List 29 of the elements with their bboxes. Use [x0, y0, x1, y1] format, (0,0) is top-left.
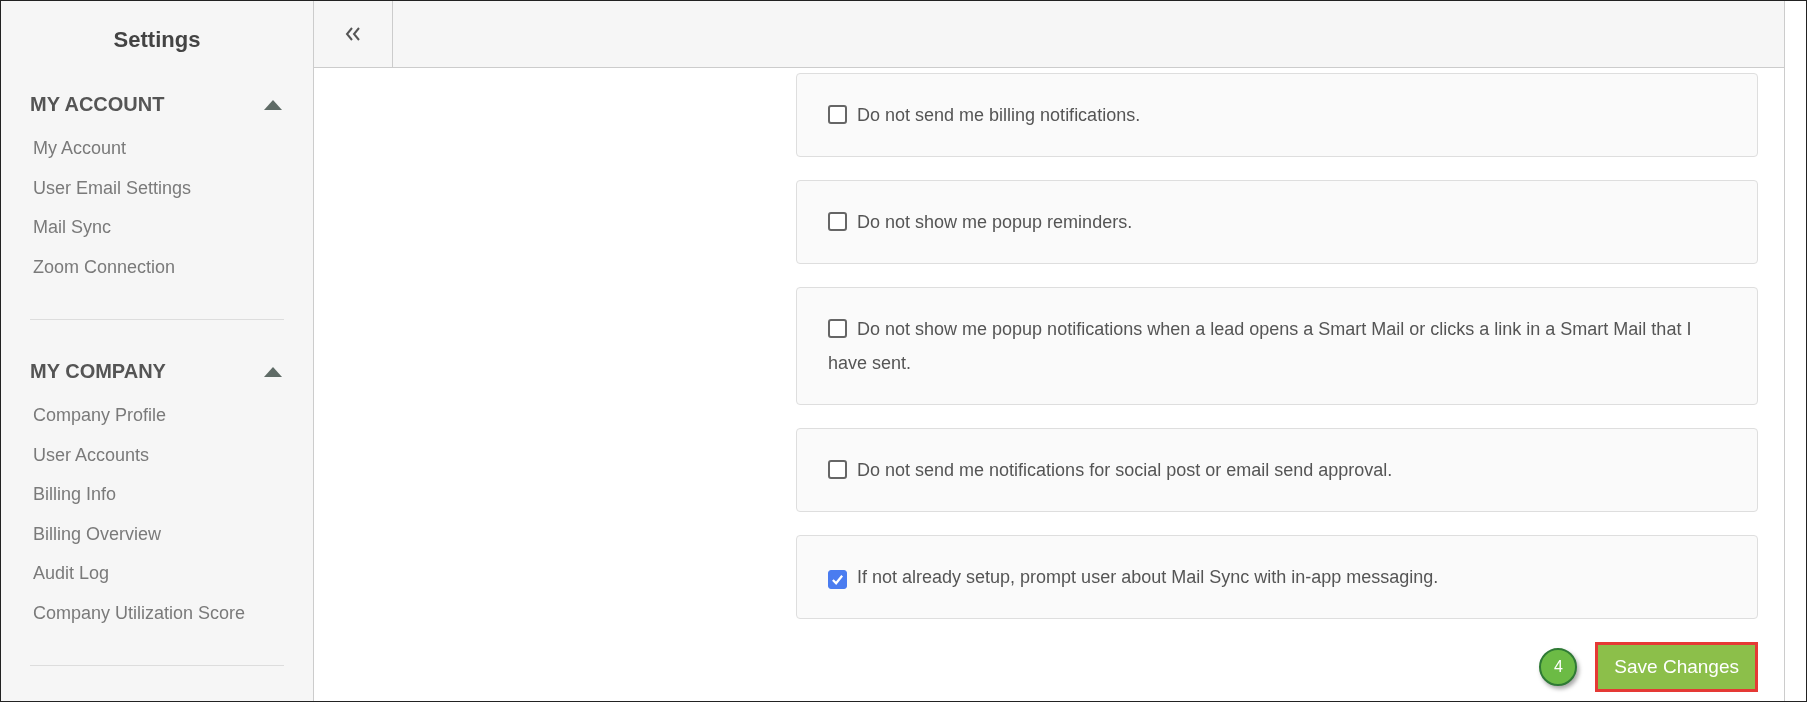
sidebar-link[interactable]: Zoom Connection	[30, 247, 176, 287]
sidebar-title: Settings	[112, 26, 202, 54]
double-chevron-left-icon	[345, 27, 361, 41]
option-label[interactable]: Do not send me notifications for social post or email send approval.	[828, 453, 1697, 487]
caret-icon[interactable]	[264, 98, 282, 110]
sidebar-link[interactable]: My Account	[30, 129, 127, 169]
section-heading[interactable]: MY ACCOUNT	[30, 89, 165, 119]
checkbox[interactable]	[828, 460, 847, 479]
option-label[interactable]: Do not send me billing notifications.	[828, 98, 1697, 132]
checkmark-icon	[831, 573, 844, 586]
caret-icon[interactable]	[264, 365, 282, 377]
section-heading[interactable]: MY COMPANY	[30, 356, 166, 386]
option-label[interactable]: Do not show me popup reminders.	[828, 205, 1697, 239]
sidebar-link[interactable]: Company Utilization Score	[30, 593, 246, 633]
checkbox[interactable]	[828, 212, 847, 231]
sidebar-link[interactable]: Billing Info	[30, 475, 117, 515]
sidebar-link[interactable]: Company Profile	[30, 396, 167, 436]
sidebar-link[interactable]: Audit Log	[30, 554, 110, 594]
sidebar-link[interactable]: User Accounts	[30, 435, 150, 475]
option-label[interactable]: If not already setup, prompt user about Mail Sync with in-app messaging.	[828, 560, 1697, 594]
checkbox[interactable]	[828, 105, 847, 124]
sidebar-link[interactable]: Billing Overview	[30, 514, 162, 554]
checkbox[interactable]	[828, 319, 847, 338]
option-label[interactable]: Do not show me popup notifications when a lead opens a Smart Mail or clicks a link in a Smart Mail that I have sent.	[828, 312, 1697, 380]
sidebar-link[interactable]: User Email Settings	[30, 168, 192, 208]
checkbox[interactable]	[828, 570, 847, 589]
save-changes-button[interactable]: Save Changes	[1595, 642, 1758, 692]
step-badge: 4	[1539, 648, 1578, 686]
sidebar-link[interactable]: Mail Sync	[30, 208, 112, 248]
